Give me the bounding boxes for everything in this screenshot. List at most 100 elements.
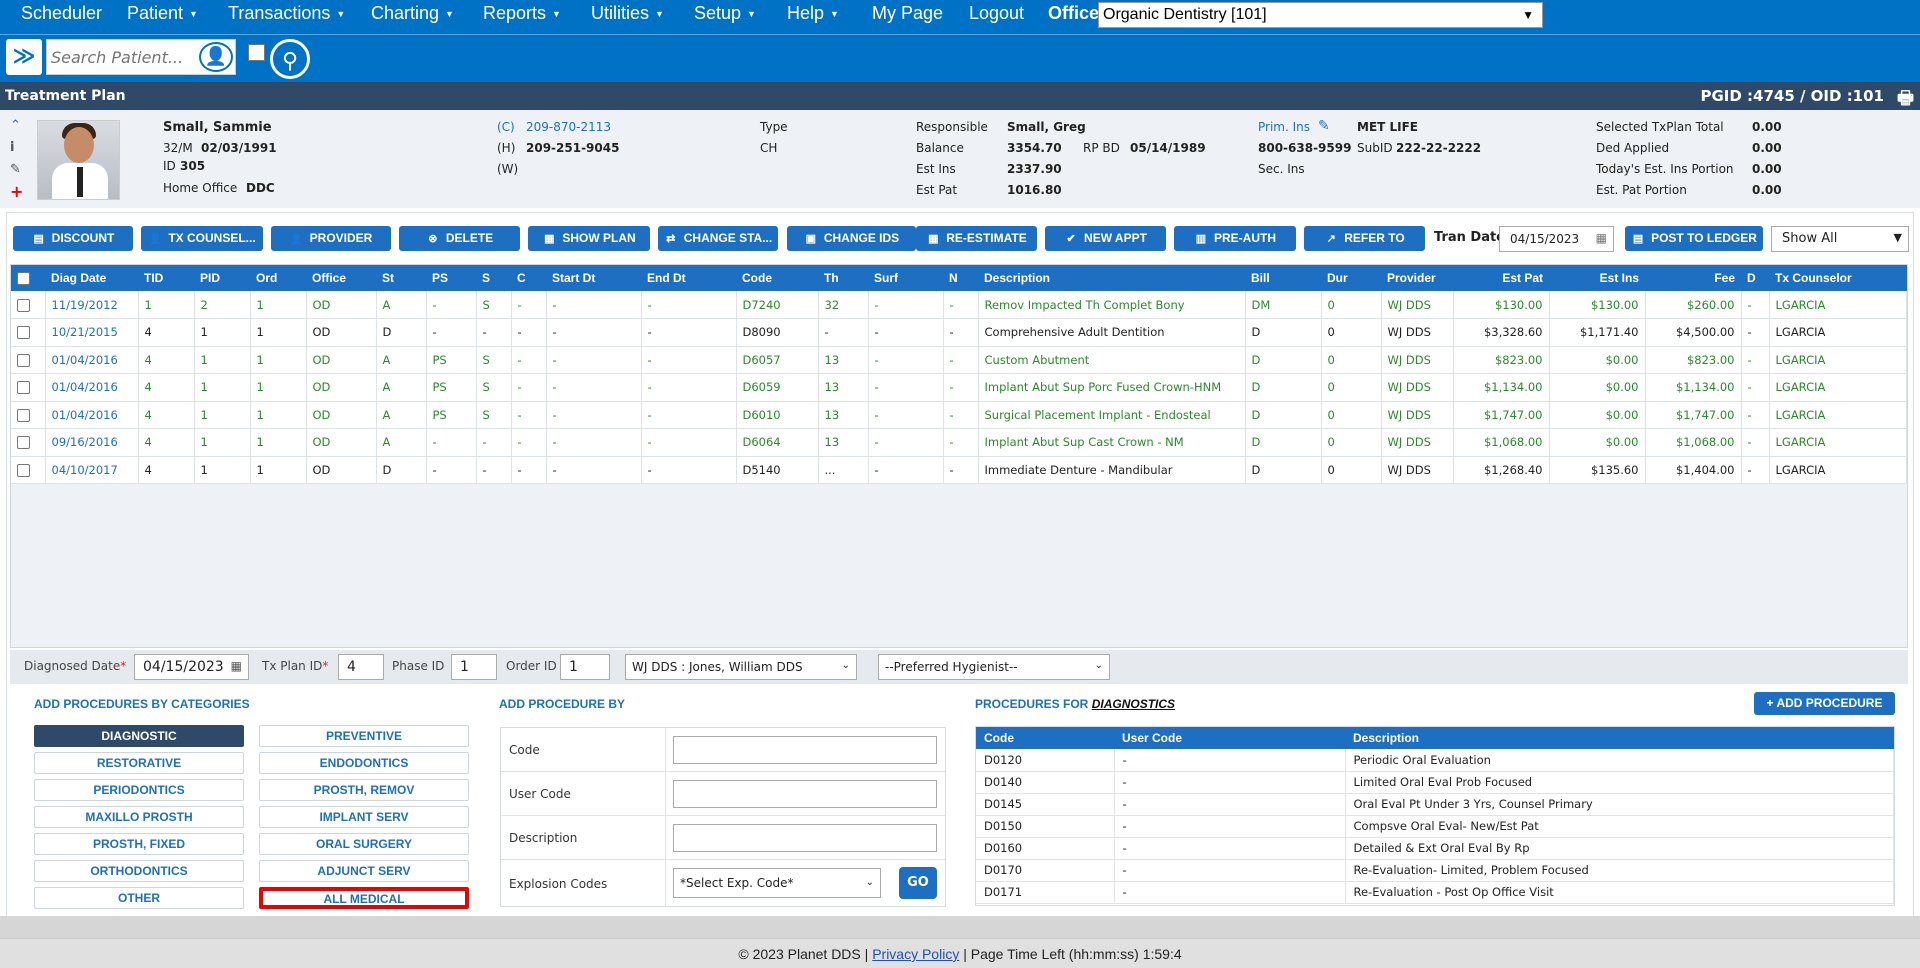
category-implant-serv[interactable]: IMPLANT SERV	[259, 806, 469, 828]
nav-scheduler[interactable]: Scheduler	[21, 3, 102, 24]
go-button[interactable]: GO	[899, 867, 937, 899]
row-checkbox[interactable]	[17, 298, 30, 312]
show-all-select[interactable]: Show All ▼	[1771, 226, 1909, 252]
calendar-icon[interactable]: ▦	[1596, 231, 1607, 245]
user-code-input[interactable]	[673, 780, 937, 808]
expand-menu-icon[interactable]: ≫	[6, 39, 42, 75]
hygienist-select[interactable]: --Preferred Hygienist-- ⌄	[878, 654, 1110, 680]
column-header[interactable]: C	[511, 265, 546, 291]
new-appt-button[interactable]: ✔ NEW APPT	[1045, 226, 1166, 251]
row-checkbox[interactable]	[17, 463, 30, 477]
medical-alert-icon[interactable]: +	[10, 182, 23, 201]
search-checkbox[interactable]	[248, 44, 265, 61]
table-row[interactable]: 04/10/2017 4 1 1 OD D - - - - - D5140... - - Immediate…	[11, 456, 1907, 484]
nav-utilities[interactable]: Utilities ▼	[591, 3, 664, 24]
post-to-ledger-button[interactable]: ▤ POST TO LEDGER	[1625, 226, 1763, 251]
nav-help[interactable]: Help ▼	[787, 3, 839, 24]
column-header[interactable]: Est Pat	[1453, 265, 1549, 291]
delete-button[interactable]: ⊗ DELETE	[399, 226, 520, 251]
change-status-button[interactable]: ⇄ CHANGE STA...	[658, 226, 778, 251]
category-orthodontics[interactable]: ORTHODONTICS	[34, 860, 244, 882]
category-prosth-remov[interactable]: PROSTH, REMOV	[259, 779, 469, 801]
discount-button[interactable]: ▤ DISCOUNT	[13, 226, 133, 251]
refer-to-button[interactable]: ↗ REFER TO	[1304, 226, 1425, 251]
column-header[interactable]: Fee	[1645, 265, 1741, 291]
row-checkbox-cell[interactable]	[11, 318, 46, 347]
procedure-row[interactable]: D0145- Oral Eval Pt Under 3 Yrs, Counsel …	[976, 793, 1894, 816]
column-header[interactable]: Dur	[1321, 265, 1381, 291]
select-all-checkbox[interactable]	[17, 272, 30, 286]
category-diagnostic[interactable]: DIAGNOSTIC	[34, 725, 244, 747]
row-checkbox[interactable]	[17, 353, 30, 367]
category-maxillo-prosth[interactable]: MAXILLO PROSTH	[34, 806, 244, 828]
tran-date-input[interactable]: 04/15/2023 ▦	[1499, 226, 1614, 252]
show-plan-button[interactable]: ▦ SHOW PLAN	[528, 226, 650, 251]
table-cell[interactable]: 10/21/2015	[45, 318, 139, 347]
diag-date-input[interactable]: 04/15/2023 ▦	[134, 654, 249, 680]
row-checkbox-cell[interactable]	[11, 346, 46, 374]
column-header[interactable]: Est Ins	[1549, 265, 1645, 291]
prim-ins-label[interactable]: Prim. Ins	[1258, 120, 1310, 134]
category-periodontics[interactable]: PERIODONTICS	[34, 779, 244, 801]
paperclip-icon[interactable]: ✎	[10, 162, 21, 177]
procedure-row[interactable]: D0120- Periodic Oral Evaluation	[976, 749, 1894, 772]
search-input[interactable]	[47, 40, 195, 74]
row-checkbox-cell[interactable]	[11, 428, 46, 457]
table-cell[interactable]: 09/16/2016	[45, 428, 139, 457]
column-header[interactable]: N	[943, 265, 978, 291]
description-input[interactable]	[673, 824, 937, 852]
order-id-input[interactable]: 1	[560, 654, 610, 680]
nav-reports[interactable]: Reports ▼	[483, 3, 561, 24]
procedure-row[interactable]: D0140- Limited Oral Eval Prob Focused	[976, 771, 1894, 794]
pre-auth-button[interactable]: ▥ PRE-AUTH	[1174, 226, 1296, 251]
column-header[interactable]: Provider	[1381, 265, 1453, 291]
column-header[interactable]: Start Dt	[546, 265, 641, 291]
nav-setup[interactable]: Setup ▼	[694, 3, 756, 24]
row-checkbox-cell[interactable]	[11, 401, 46, 429]
table-row[interactable]: 01/04/2016 4 1 1 OD A PS S - - - D6059 13- - Implant A…	[11, 373, 1907, 402]
add-procedure-button[interactable]: + ADD PROCEDURE	[1754, 692, 1895, 715]
edit-insurance-icon[interactable]: ✎	[1318, 118, 1330, 134]
category-prosth-fixed[interactable]: PROSTH, FIXED	[34, 833, 244, 855]
category-preventive[interactable]: PREVENTIVE	[259, 725, 469, 747]
table-cell[interactable]: 01/04/2016	[45, 401, 139, 429]
category-endodontics[interactable]: ENDODONTICS	[259, 752, 469, 774]
group-search-icon[interactable]: ⚲	[270, 39, 310, 79]
row-checkbox[interactable]	[17, 326, 30, 340]
phone-c[interactable]: 209-870-2113	[526, 120, 611, 134]
category-restorative[interactable]: RESTORATIVE	[34, 752, 244, 774]
column-header[interactable]: TID	[138, 265, 194, 291]
row-checkbox-cell[interactable]	[11, 291, 46, 319]
procedure-row[interactable]: D0160- Detailed & Ext Oral Eval By Rp	[976, 837, 1894, 860]
table-cell[interactable]: 11/19/2012	[45, 291, 139, 319]
select-all-header[interactable]	[11, 265, 45, 291]
provider-select[interactable]: WJ DDS : Jones, William DDS ⌄	[625, 654, 857, 680]
column-header[interactable]: S	[476, 265, 511, 291]
table-row[interactable]: 10/21/2015 4 1 1 OD D - - - - - D8090- - - Comprehensi…	[11, 318, 1907, 347]
table-cell[interactable]: 04/10/2017	[45, 456, 139, 484]
column-header[interactable]: Th	[818, 265, 868, 291]
table-row[interactable]: 09/16/2016 4 1 1 OD A - - - - - D6064 13- - Implant Ab…	[11, 428, 1907, 457]
table-cell[interactable]: 01/04/2016	[45, 346, 139, 374]
explosion-code-select[interactable]: *Select Exp. Code* ⌄	[673, 868, 881, 898]
row-checkbox-cell[interactable]	[11, 373, 46, 402]
column-header[interactable]: St	[376, 265, 426, 291]
category-oral-surgery[interactable]: ORAL SURGERY	[259, 833, 469, 855]
row-checkbox[interactable]	[17, 381, 30, 395]
privacy-policy-link[interactable]: Privacy Policy	[872, 946, 959, 962]
nav-patient[interactable]: Patient ▼	[127, 3, 198, 24]
procedure-row[interactable]: D0171- Re-Evaluation - Post Op Office Vis…	[976, 881, 1894, 904]
column-header[interactable]: D	[1741, 265, 1769, 291]
phase-id-input[interactable]: 1	[451, 654, 497, 680]
category-other[interactable]: OTHER	[34, 887, 244, 909]
category-adjunct-serv[interactable]: ADJUNCT SERV	[259, 860, 469, 882]
column-header[interactable]: End Dt	[641, 265, 736, 291]
row-checkbox[interactable]	[17, 436, 30, 450]
table-row[interactable]: 01/04/2016 4 1 1 OD A PS S - - - D6010 13- - Surgical …	[11, 401, 1907, 429]
column-header[interactable]: Tx Counselor	[1769, 265, 1907, 291]
procedure-row[interactable]: D0150- Compsve Oral Eval- New/Est Pat	[976, 815, 1894, 838]
column-header[interactable]: Description	[978, 265, 1245, 291]
column-header[interactable]: PID	[194, 265, 250, 291]
change-ids-button[interactable]: ▣ CHANGE IDS	[787, 226, 916, 251]
patient-search-icon[interactable]: 👤	[199, 42, 233, 72]
